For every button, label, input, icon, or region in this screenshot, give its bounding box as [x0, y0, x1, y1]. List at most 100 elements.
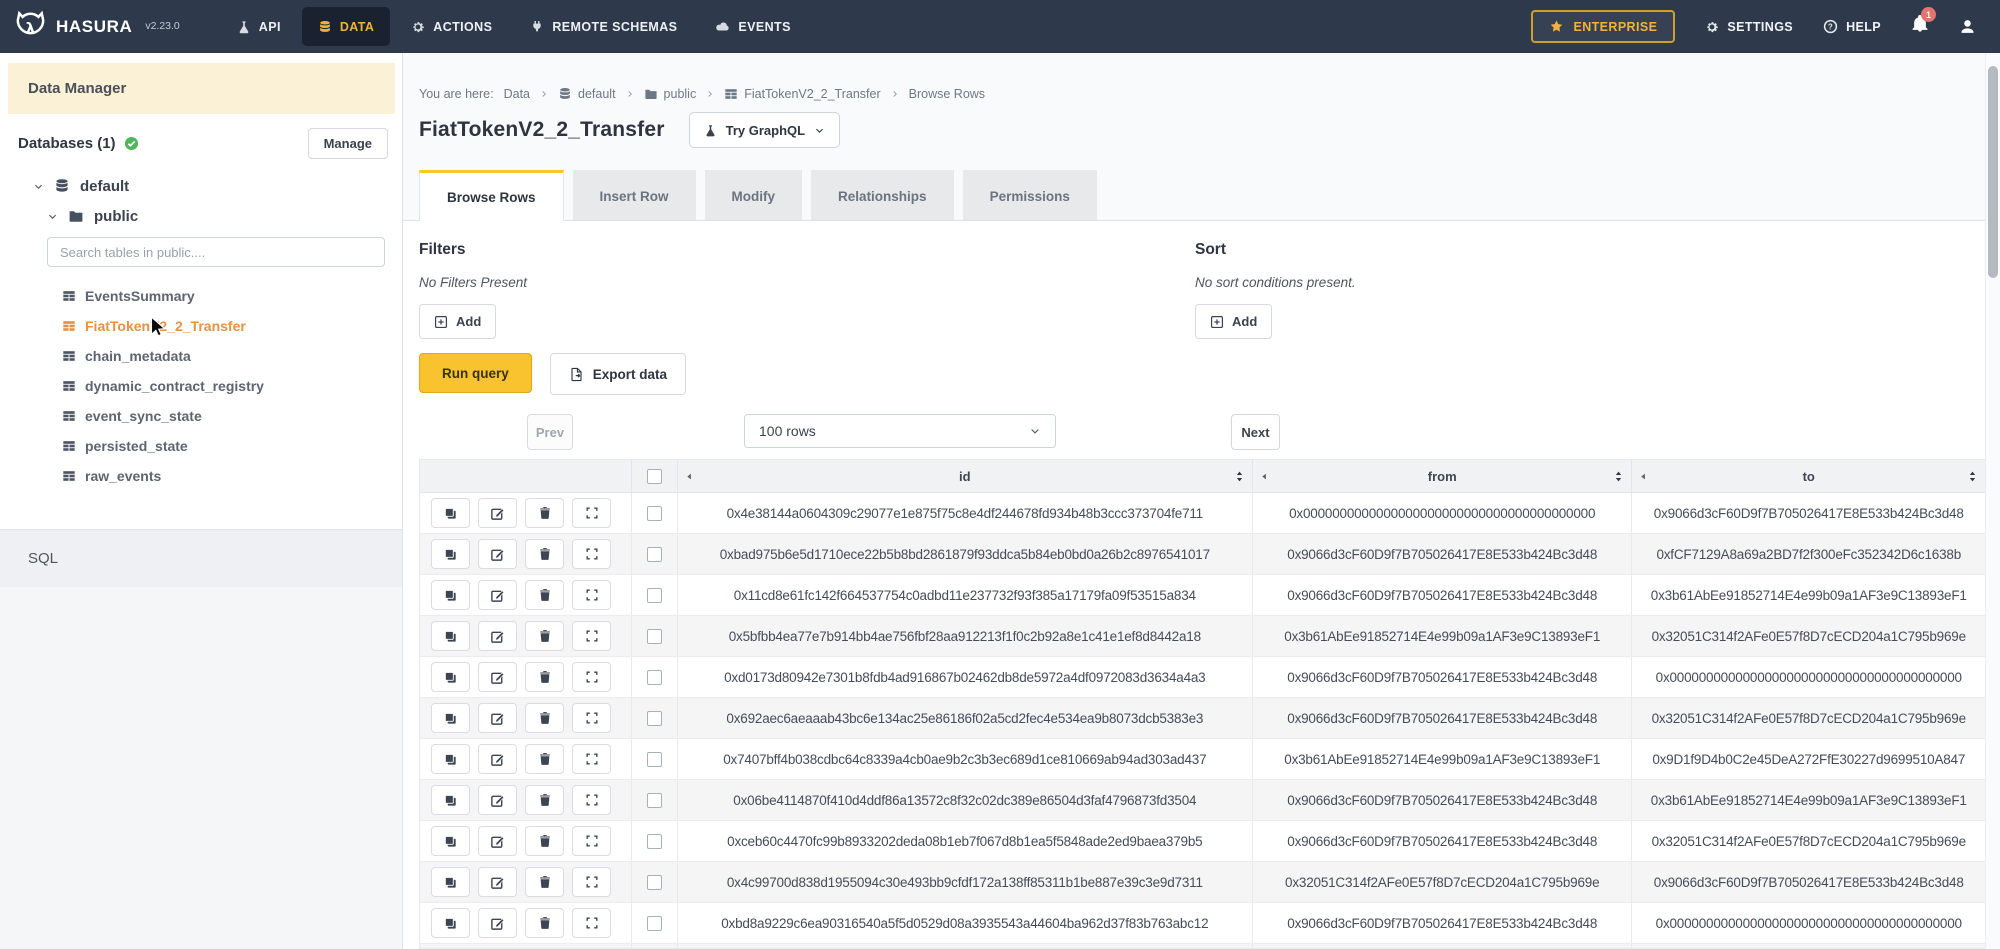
tab-modify[interactable]: Modify	[705, 170, 803, 220]
expand-row-button[interactable]	[572, 785, 611, 815]
clone-row-button[interactable]	[431, 580, 470, 610]
clone-row-button[interactable]	[431, 867, 470, 897]
column-header-id[interactable]: id	[678, 460, 1253, 492]
edit-row-button[interactable]	[478, 744, 517, 774]
expand-row-button[interactable]	[572, 580, 611, 610]
tab-relationships[interactable]: Relationships	[811, 170, 954, 220]
column-header-to[interactable]: to	[1632, 460, 1985, 492]
expand-row-button[interactable]	[572, 539, 611, 569]
delete-row-button[interactable]	[525, 621, 564, 651]
edit-row-button[interactable]	[478, 785, 517, 815]
chevron-down-icon[interactable]	[47, 211, 58, 222]
row-checkbox[interactable]	[647, 916, 662, 931]
clone-row-button[interactable]	[431, 826, 470, 856]
delete-row-button[interactable]	[525, 703, 564, 733]
prev-page-button[interactable]: Prev	[527, 414, 573, 450]
edit-row-button[interactable]	[478, 826, 517, 856]
add-filter-button[interactable]: Add	[419, 304, 496, 339]
tab-permissions[interactable]: Permissions	[963, 170, 1097, 220]
delete-row-button[interactable]	[525, 785, 564, 815]
breadcrumb-item-browse-rows[interactable]: Browse Rows	[909, 87, 985, 101]
row-checkbox[interactable]	[647, 875, 662, 890]
next-page-button[interactable]: Next	[1231, 414, 1280, 450]
expand-row-button[interactable]	[572, 662, 611, 692]
try-graphql-button[interactable]: Try GraphQL	[689, 112, 840, 148]
delete-row-button[interactable]	[525, 826, 564, 856]
notifications-button[interactable]: 1	[1911, 15, 1929, 38]
tree-item-schema[interactable]: public	[0, 201, 402, 231]
sidebar-table-item-raw-events[interactable]: raw_events	[0, 461, 402, 491]
clone-row-button[interactable]	[431, 785, 470, 815]
column-header-from[interactable]: from	[1253, 460, 1633, 492]
row-checkbox[interactable]	[647, 711, 662, 726]
breadcrumb-item-data[interactable]: Data	[504, 87, 530, 101]
expand-row-button[interactable]	[572, 867, 611, 897]
clone-row-button[interactable]	[431, 621, 470, 651]
expand-row-button[interactable]	[572, 826, 611, 856]
delete-row-button[interactable]	[525, 908, 564, 938]
delete-row-button[interactable]	[525, 867, 564, 897]
edit-row-button[interactable]	[478, 867, 517, 897]
row-checkbox[interactable]	[647, 793, 662, 808]
expand-row-button[interactable]	[572, 498, 611, 528]
sidebar-table-item-dynamic-contract-registry[interactable]: dynamic_contract_registry	[0, 371, 402, 401]
breadcrumb-item-fiattokenv2-2-transfer[interactable]: FiatTokenV2_2_Transfer	[724, 87, 880, 101]
breadcrumb-item-public[interactable]: public	[644, 87, 697, 101]
tab-browse-rows[interactable]: Browse Rows	[419, 170, 564, 221]
edit-row-button[interactable]	[478, 498, 517, 528]
nav-item-events[interactable]: EVENTS	[698, 0, 807, 53]
sidebar-table-item-eventssummary[interactable]: EventsSummary	[0, 281, 402, 311]
page-size-select[interactable]: 100 rows	[744, 414, 1056, 448]
search-tables-input[interactable]	[47, 237, 385, 267]
tab-insert-row[interactable]: Insert Row	[573, 170, 696, 220]
expand-row-button[interactable]	[572, 703, 611, 733]
nav-item-remote-schemas[interactable]: REMOTE SCHEMAS	[513, 0, 694, 53]
vertical-scrollbar-track[interactable]	[1985, 53, 2000, 949]
export-data-button[interactable]: Export data	[550, 353, 686, 395]
row-checkbox[interactable]	[647, 629, 662, 644]
expand-row-button[interactable]	[572, 744, 611, 774]
expand-row-button[interactable]	[572, 908, 611, 938]
tree-item-database[interactable]: default	[0, 171, 402, 201]
sidebar-table-item-fiattokenv2-2-transfer[interactable]: FiatTokenV2_2_Transfer	[0, 311, 402, 341]
run-query-button[interactable]: Run query	[419, 353, 532, 393]
row-checkbox[interactable]	[647, 547, 662, 562]
breadcrumb-item-default[interactable]: default	[558, 87, 616, 101]
edit-row-button[interactable]	[478, 703, 517, 733]
delete-row-button[interactable]	[525, 498, 564, 528]
sidebar-item-sql[interactable]: SQL	[0, 530, 402, 587]
add-sort-button[interactable]: Add	[1195, 304, 1272, 339]
sidebar-table-item-persisted-state[interactable]: persisted_state	[0, 431, 402, 461]
edit-row-button[interactable]	[478, 621, 517, 651]
clone-row-button[interactable]	[431, 703, 470, 733]
clone-row-button[interactable]	[431, 908, 470, 938]
row-checkbox[interactable]	[647, 752, 662, 767]
edit-row-button[interactable]	[478, 908, 517, 938]
user-icon[interactable]	[1959, 18, 1976, 35]
sidebar-table-item-event-sync-state[interactable]: event_sync_state	[0, 401, 402, 431]
vertical-scrollbar-thumb[interactable]	[1988, 66, 1998, 278]
edit-row-button[interactable]	[478, 539, 517, 569]
chevron-down-icon[interactable]	[33, 181, 44, 192]
expand-row-button[interactable]	[572, 621, 611, 651]
settings-button[interactable]: SETTINGS	[1705, 20, 1793, 34]
row-checkbox[interactable]	[647, 506, 662, 521]
edit-row-button[interactable]	[478, 580, 517, 610]
nav-item-actions[interactable]: ACTIONS	[394, 0, 509, 53]
delete-row-button[interactable]	[525, 662, 564, 692]
delete-row-button[interactable]	[525, 539, 564, 569]
row-checkbox[interactable]	[647, 588, 662, 603]
sidebar-table-item-chain-metadata[interactable]: chain_metadata	[0, 341, 402, 371]
help-button[interactable]: ? HELP	[1823, 19, 1881, 34]
enterprise-button[interactable]: ENTERPRISE	[1531, 10, 1675, 43]
row-checkbox[interactable]	[647, 670, 662, 685]
delete-row-button[interactable]	[525, 744, 564, 774]
nav-item-data[interactable]: DATA	[302, 7, 390, 46]
clone-row-button[interactable]	[431, 744, 470, 774]
clone-row-button[interactable]	[431, 662, 470, 692]
delete-row-button[interactable]	[525, 580, 564, 610]
edit-row-button[interactable]	[478, 662, 517, 692]
clone-row-button[interactable]	[431, 539, 470, 569]
select-all-checkbox[interactable]	[647, 469, 662, 484]
nav-item-api[interactable]: API	[220, 0, 298, 53]
